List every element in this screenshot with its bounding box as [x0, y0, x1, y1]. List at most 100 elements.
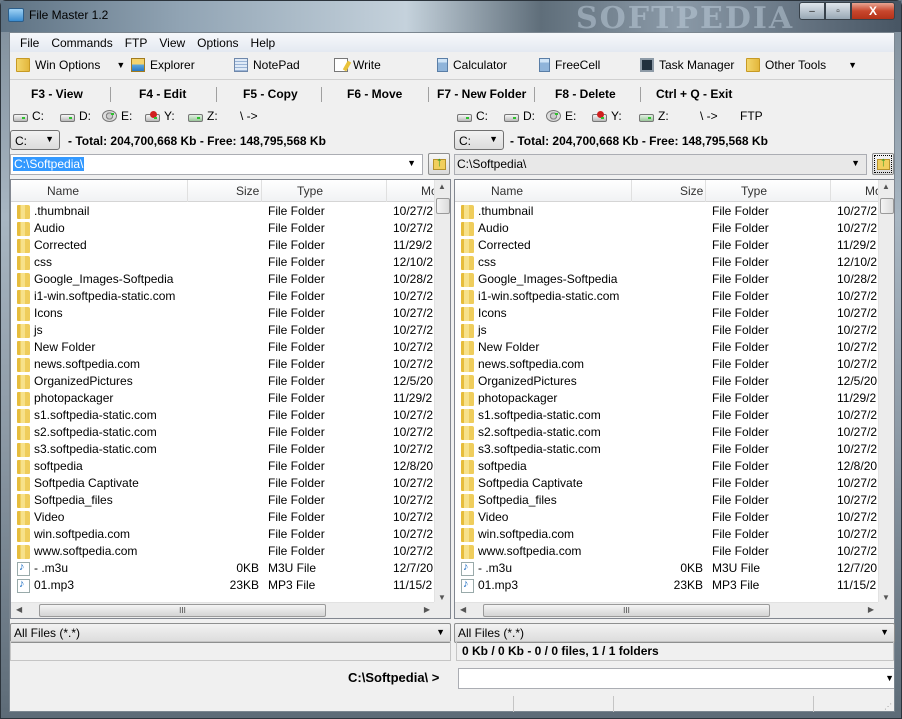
- calculator-button[interactable]: Calculator: [437, 58, 507, 72]
- file-row[interactable]: Softpedia Captivate File Folder 10/27/2: [11, 475, 436, 492]
- column-divider[interactable]: [705, 180, 706, 202]
- title-bar[interactable]: File Master 1.2 SOFTPEDIA – ▫ X: [1, 1, 901, 36]
- f7-new-folder-button[interactable]: F7 - New Folder: [437, 87, 526, 101]
- scroll-thumb[interactable]: III: [483, 604, 770, 617]
- close-button[interactable]: X: [851, 2, 895, 20]
- drive-c-button[interactable]: C:: [13, 109, 44, 123]
- file-row[interactable]: www.softpedia.com File Folder 10/27/2: [455, 543, 880, 560]
- drive-y-button[interactable]: Y:: [592, 109, 622, 123]
- file-row[interactable]: Video File Folder 10/27/2: [11, 509, 436, 526]
- exit-button[interactable]: Ctrl + Q - Exit: [656, 87, 732, 101]
- vertical-scrollbar[interactable]: ▲ ▼: [878, 180, 894, 604]
- parent-folder-button[interactable]: [428, 153, 450, 175]
- file-row[interactable]: Google_Images-Softpedia File Folder 10/28/…: [455, 271, 880, 288]
- file-row[interactable]: softpedia File Folder 12/8/20: [455, 458, 880, 475]
- column-type[interactable]: Type: [741, 184, 767, 198]
- write-button[interactable]: Write: [334, 58, 381, 72]
- file-row[interactable]: css File Folder 12/10/2: [11, 254, 436, 271]
- file-row[interactable]: OrganizedPictures File Folder 12/5/20: [455, 373, 880, 390]
- chevron-down-icon[interactable]: ▼: [116, 60, 125, 70]
- drive-e-button[interactable]: E:: [546, 109, 576, 123]
- maximize-button[interactable]: ▫: [825, 2, 851, 20]
- column-size[interactable]: Size: [236, 184, 259, 198]
- file-row[interactable]: Softpedia_files File Folder 10/27/2: [455, 492, 880, 509]
- explorer-button[interactable]: Explorer: [131, 58, 195, 72]
- file-row[interactable]: - .m3u 0KB M3U File 12/7/20: [11, 560, 436, 577]
- file-filter-select[interactable]: All Files (*.*) ▼: [454, 623, 895, 643]
- scroll-thumb[interactable]: III: [39, 604, 326, 617]
- column-name[interactable]: Name: [47, 184, 79, 198]
- menu-help[interactable]: Help: [245, 36, 282, 50]
- file-row[interactable]: s1.softpedia-static.com File Folder 10/27/…: [11, 407, 436, 424]
- column-divider[interactable]: [386, 180, 387, 202]
- file-row[interactable]: photopackager File Folder 11/29/2: [11, 390, 436, 407]
- file-row[interactable]: Google_Images-Softpedia File Folder 10/28/…: [11, 271, 436, 288]
- horizontal-scrollbar[interactable]: ◀ III ▶: [455, 602, 880, 618]
- file-row[interactable]: i1-win.softpedia-static.com File Folder 10…: [455, 288, 880, 305]
- file-row[interactable]: Corrected File Folder 11/29/2: [11, 237, 436, 254]
- file-row[interactable]: Icons File Folder 10/27/2: [11, 305, 436, 322]
- file-row[interactable]: win.softpedia.com File Folder 10/27/2: [455, 526, 880, 543]
- file-row[interactable]: softpedia File Folder 12/8/20: [11, 458, 436, 475]
- path-input[interactable]: C:\Softpedia\ ▼: [10, 154, 423, 175]
- f5-copy-button[interactable]: F5 - Copy: [243, 87, 298, 101]
- f6-move-button[interactable]: F6 - Move: [347, 87, 402, 101]
- f4-edit-button[interactable]: F4 - Edit: [139, 87, 186, 101]
- f8-delete-button[interactable]: F8 - Delete: [555, 87, 616, 101]
- scroll-down-icon[interactable]: ▼: [882, 593, 890, 602]
- scroll-thumb[interactable]: [436, 198, 450, 214]
- file-row[interactable]: .thumbnail File Folder 10/27/2: [455, 203, 880, 220]
- file-row[interactable]: s2.softpedia-static.com File Folder 10/27/…: [11, 424, 436, 441]
- scroll-thumb[interactable]: [880, 198, 894, 214]
- column-divider[interactable]: [631, 180, 632, 202]
- file-row[interactable]: Icons File Folder 10/27/2: [455, 305, 880, 322]
- column-name[interactable]: Name: [491, 184, 523, 198]
- file-row[interactable]: 01.mp3 23KB MP3 File 11/15/2: [455, 577, 880, 594]
- file-row[interactable]: news.softpedia.com File Folder 10/27/2: [455, 356, 880, 373]
- chevron-down-icon[interactable]: ▼: [851, 158, 860, 168]
- notepad-button[interactable]: NotePad: [234, 58, 300, 72]
- file-row[interactable]: s1.softpedia-static.com File Folder 10/27/…: [455, 407, 880, 424]
- file-row[interactable]: www.softpedia.com File Folder 10/27/2: [11, 543, 436, 560]
- file-row[interactable]: New Folder File Folder 10/27/2: [455, 339, 880, 356]
- file-row[interactable]: 01.mp3 23KB MP3 File 11/15/2: [11, 577, 436, 594]
- drive-z-button[interactable]: Z:: [188, 109, 218, 123]
- path-input[interactable]: C:\Softpedia\ ▼: [454, 154, 867, 175]
- drive-y-button[interactable]: Y:: [145, 109, 175, 123]
- file-row[interactable]: OrganizedPictures File Folder 12/5/20: [11, 373, 436, 390]
- root-button[interactable]: \ ->: [700, 109, 718, 123]
- task-manager-button[interactable]: Task Manager: [640, 58, 734, 72]
- scroll-left-icon[interactable]: ◀: [460, 605, 466, 614]
- other-tools-button[interactable]: Other Tools ▼: [746, 58, 857, 72]
- file-row[interactable]: js File Folder 10/27/2: [11, 322, 436, 339]
- chevron-down-icon[interactable]: ▼: [407, 158, 416, 168]
- file-row[interactable]: Audio File Folder 10/27/2: [11, 220, 436, 237]
- column-divider[interactable]: [187, 180, 188, 202]
- menu-commands[interactable]: Commands: [45, 36, 118, 50]
- file-row[interactable]: .thumbnail File Folder 10/27/2: [11, 203, 436, 220]
- column-divider[interactable]: [830, 180, 831, 202]
- menu-view[interactable]: View: [153, 36, 191, 50]
- minimize-button[interactable]: –: [799, 2, 825, 20]
- file-row[interactable]: Corrected File Folder 11/29/2: [455, 237, 880, 254]
- chevron-down-icon[interactable]: ▼: [885, 673, 894, 683]
- file-row[interactable]: Audio File Folder 10/27/2: [455, 220, 880, 237]
- command-input[interactable]: ▼: [458, 668, 894, 689]
- parent-folder-button[interactable]: [872, 153, 894, 175]
- file-row[interactable]: win.softpedia.com File Folder 10/27/2: [11, 526, 436, 543]
- file-row[interactable]: s3.softpedia-static.com File Folder 10/27/…: [455, 441, 880, 458]
- drive-e-button[interactable]: E:: [102, 109, 132, 123]
- menu-file[interactable]: File: [14, 36, 45, 50]
- file-row[interactable]: Video File Folder 10/27/2: [455, 509, 880, 526]
- drive-z-button[interactable]: Z:: [639, 109, 669, 123]
- file-row[interactable]: Softpedia_files File Folder 10/27/2: [11, 492, 436, 509]
- scroll-up-icon[interactable]: ▲: [438, 182, 446, 191]
- horizontal-scrollbar[interactable]: ◀ III ▶: [11, 602, 436, 618]
- f3-view-button[interactable]: F3 - View: [31, 87, 83, 101]
- file-row[interactable]: s3.softpedia-static.com File Folder 10/27/…: [11, 441, 436, 458]
- file-row[interactable]: photopackager File Folder 11/29/2: [455, 390, 880, 407]
- file-row[interactable]: Softpedia Captivate File Folder 10/27/2: [455, 475, 880, 492]
- drive-select[interactable]: C: ▼: [10, 130, 60, 150]
- drive-d-button[interactable]: D:: [504, 109, 535, 123]
- drive-d-button[interactable]: D:: [60, 109, 91, 123]
